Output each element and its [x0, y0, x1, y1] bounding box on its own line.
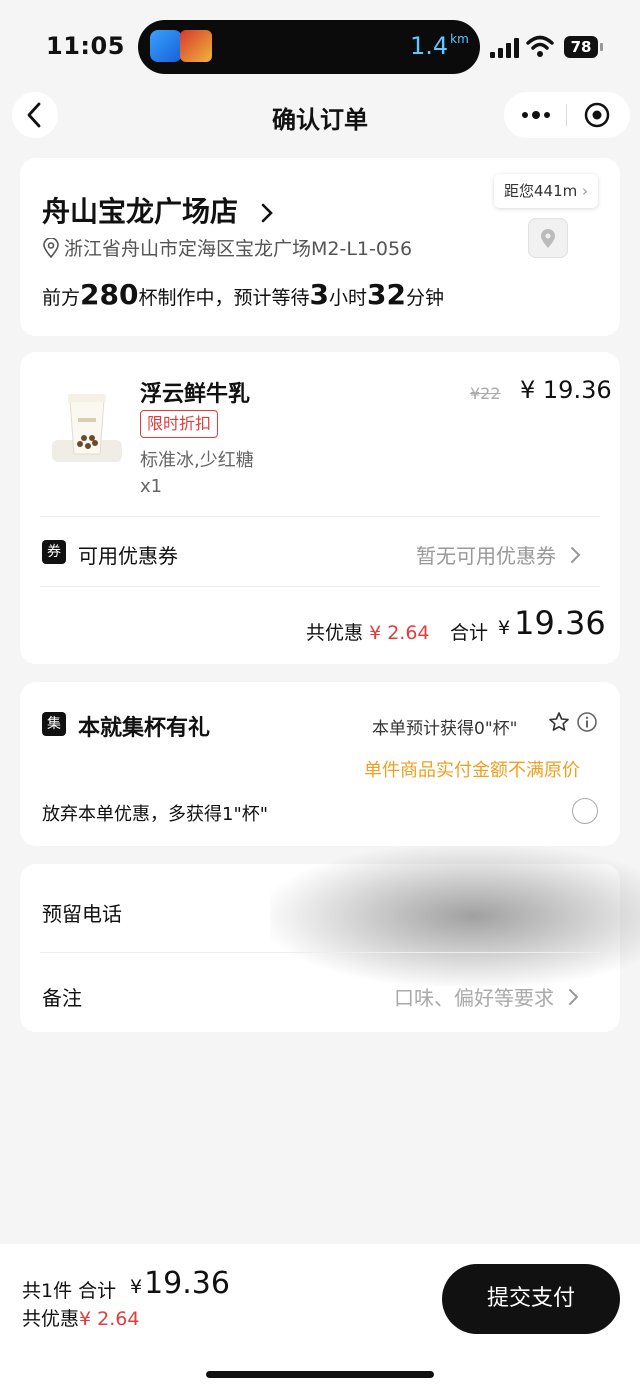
product-name: 浮云鲜牛乳 — [140, 382, 251, 407]
divider — [40, 952, 600, 953]
redacted-phone[interactable] — [270, 846, 640, 986]
discount-badge: 限时折扣 — [140, 410, 219, 438]
submit-payment-button[interactable]: 提交支付 — [442, 1264, 620, 1334]
product-image — [52, 380, 122, 468]
product-price: ¥ 19.36 — [520, 376, 612, 404]
chevron-right-icon — [571, 547, 581, 563]
chevron-right-icon — [261, 203, 273, 223]
info-icon[interactable] — [576, 711, 598, 733]
wifi-icon — [526, 35, 554, 57]
coupon-icon: 券 — [42, 540, 66, 564]
more-icon[interactable] — [520, 104, 552, 126]
distance-tag[interactable]: 距您441m › — [494, 174, 598, 208]
queue-status: 前方280杯制作中，预计等待3小时32分钟 — [42, 278, 444, 311]
collect-estimate: 本单预计获得0"杯" — [372, 719, 518, 739]
coupon-label[interactable]: 可用优惠券 — [78, 540, 178, 569]
map-pin-icon — [528, 218, 568, 258]
summary-total: ¥19.36 — [498, 604, 606, 642]
checkout-count: 共1件 合计 — [22, 1280, 117, 1302]
island-distance: 1.4 km — [410, 32, 469, 60]
summary-discount: 共优惠 ¥ 2.64 — [306, 622, 430, 644]
battery-icon: 78 — [564, 36, 604, 58]
miniapp-capsule — [504, 92, 630, 138]
collect-icon: 集 — [42, 712, 66, 736]
phone-label: 预留电话 — [42, 902, 122, 926]
giveup-discount-radio[interactable] — [572, 798, 598, 824]
app-icon-1 — [150, 30, 182, 62]
close-miniapp-icon[interactable] — [584, 102, 610, 128]
giveup-discount-label: 放弃本单优惠，多获得1"杯" — [42, 804, 269, 825]
cellular-signal-icon — [490, 38, 519, 58]
store-address: 浙江省舟山市定海区宝龙广场M2-L1-056 — [42, 234, 412, 261]
coupon-value[interactable]: 暂无可用优惠券 — [416, 540, 584, 569]
remark-label: 备注 — [42, 986, 82, 1010]
original-price: ¥22 — [470, 384, 501, 403]
divider — [40, 586, 600, 587]
collect-title: 本就集杯有礼 — [78, 716, 211, 741]
capsule-divider — [566, 104, 567, 126]
home-indicator[interactable] — [206, 1371, 434, 1378]
store-name[interactable]: 舟山宝龙广场店 — [42, 190, 278, 230]
app-icon-2 — [180, 30, 212, 62]
summary-total-label: 合计 — [450, 622, 489, 644]
chevron-right-icon — [569, 989, 579, 1005]
star-icon[interactable] — [548, 711, 570, 733]
product-spec: 标准冰,少红糖 — [140, 450, 254, 471]
checkout-discount: 共优惠¥ 2.64 — [22, 1308, 140, 1330]
collect-warning: 单件商品实付金额不满原价 — [364, 760, 580, 781]
battery-level: 78 — [564, 36, 598, 58]
remark-input[interactable]: 口味、偏好等要求 — [394, 982, 582, 1011]
divider — [40, 516, 600, 517]
location-pin-icon — [43, 237, 59, 259]
status-time: 11:05 — [46, 32, 125, 60]
product-qty: x1 — [140, 476, 163, 497]
checkout-total: ¥19.36 — [130, 1266, 230, 1301]
